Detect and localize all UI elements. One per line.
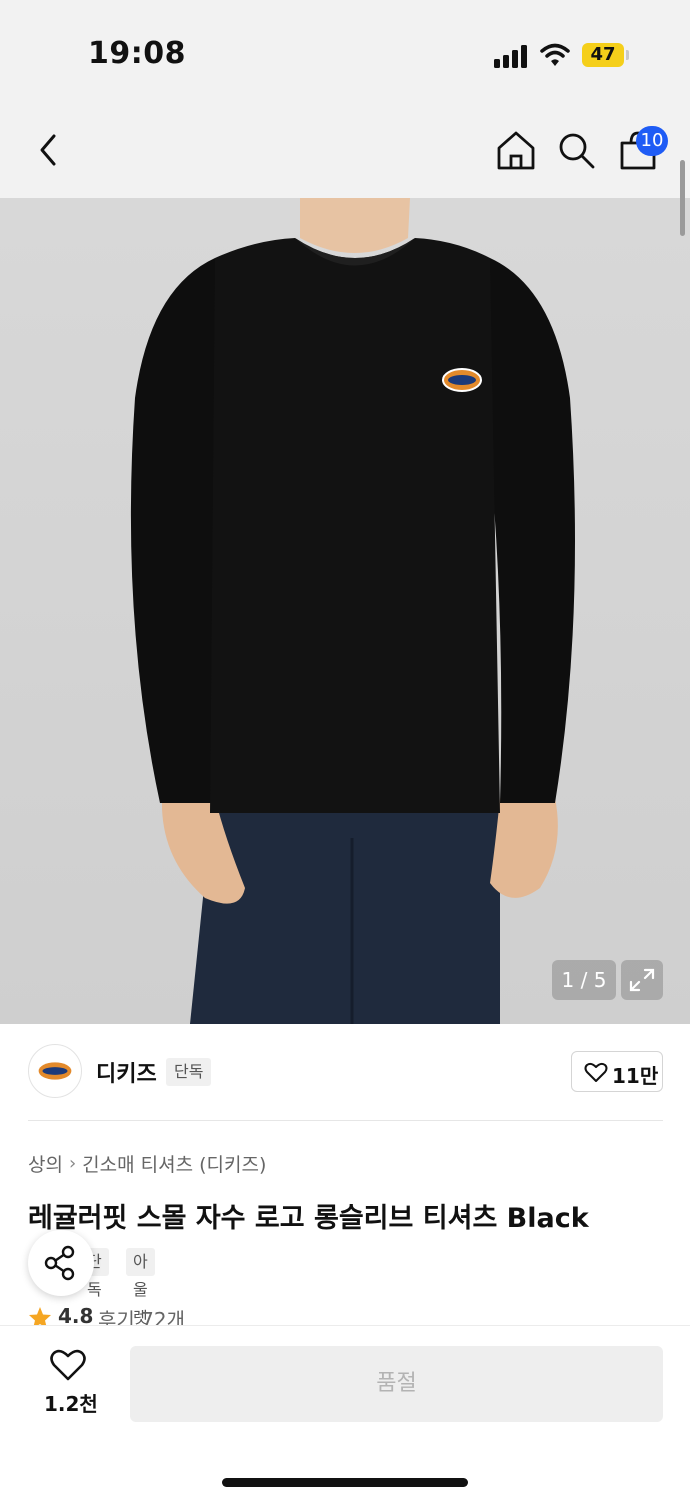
wifi-icon — [540, 43, 570, 66]
scroll-indicator — [680, 160, 685, 236]
heart-icon — [584, 1062, 608, 1082]
share-icon[interactable] — [28, 1230, 94, 1296]
exclusive-tag: 단독 — [166, 1058, 212, 1086]
search-icon[interactable] — [554, 128, 598, 172]
expand-icon[interactable] — [621, 960, 663, 1000]
brand-like-button[interactable]: 11만 — [571, 1051, 663, 1092]
product-tag-outlet: 아울렛 — [126, 1248, 155, 1327]
sold-out-button[interactable]: 품절 — [130, 1346, 663, 1422]
bottom-bar: 1.2천 품절 — [0, 1325, 690, 1500]
signal-icon — [494, 44, 530, 68]
brand-like-count: 11만 — [612, 1064, 659, 1088]
product-photo — [130, 198, 575, 1024]
brand-logo[interactable] — [28, 1044, 82, 1098]
product-title: 레귤러핏 스몰 자수 로고 롱슬리브 티셔츠 Black — [28, 1203, 589, 1234]
battery-tip — [626, 50, 629, 60]
status-bar: 19:08 47 — [0, 0, 690, 100]
wishlist-count: 1.2천 — [44, 1392, 98, 1416]
breadcrumb-subcategory[interactable]: 긴소매 티셔츠 (디키즈) — [82, 1154, 266, 1176]
wishlist-heart-icon[interactable] — [50, 1348, 86, 1382]
back-arrow-icon[interactable] — [28, 128, 72, 172]
home-icon[interactable] — [494, 128, 538, 172]
home-indicator — [222, 1478, 468, 1487]
product-image[interactable] — [0, 198, 690, 1024]
breadcrumb-category[interactable]: 상의 — [28, 1154, 63, 1176]
top-nav — [0, 100, 690, 198]
chevron-right-icon: › — [68, 1153, 77, 1174]
brand-name[interactable]: 디키즈 — [96, 1056, 157, 1088]
status-time: 19:08 — [88, 36, 186, 71]
battery-level: 47 — [582, 43, 624, 67]
breadcrumb: 상의 › 긴소매 티셔츠 (디키즈) — [28, 1150, 266, 1177]
cart-count-badge: 10 — [636, 126, 668, 156]
divider — [28, 1120, 663, 1121]
image-counter: 1 / 5 — [552, 960, 616, 1000]
